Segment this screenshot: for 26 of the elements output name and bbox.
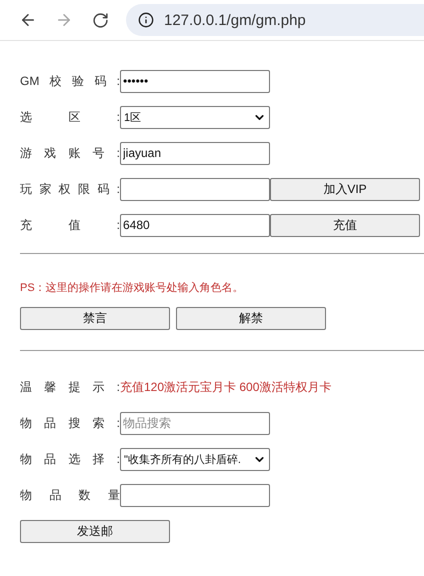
field-label: 选区: — [20, 108, 120, 126]
input-field[interactable]: 6480 — [120, 214, 270, 236]
field-label: 物品选择: — [20, 450, 120, 468]
dropdown[interactable]: "收集齐所有的八卦盾碎. — [120, 448, 270, 470]
ban-button[interactable]: 禁言 — [20, 307, 170, 330]
field-label: 充值: — [20, 216, 120, 234]
field-label: 物品搜索: — [20, 414, 120, 432]
input-field[interactable]: •••••• — [120, 70, 270, 92]
input-field[interactable]: jiayuan — [120, 142, 270, 164]
ban-button[interactable]: 解禁 — [176, 307, 326, 330]
input-field[interactable] — [120, 178, 270, 200]
field-label: 游戏账号: — [20, 144, 120, 162]
field-label: GM校验码: — [20, 72, 120, 90]
field-label: 物品数量 — [20, 486, 120, 504]
input-field[interactable] — [120, 484, 270, 506]
action-button[interactable]: 充值 — [270, 214, 420, 236]
field-label: 玩家权限码: — [20, 180, 120, 198]
dropdown[interactable]: 1区 — [120, 106, 270, 128]
input-field[interactable]: 物品搜索 — [120, 412, 270, 434]
action-button[interactable]: 加入VIP — [270, 178, 420, 200]
send-button[interactable]: 发送邮 — [20, 520, 170, 542]
address-bar[interactable]: 127.0.0.1/gm/gm.php — [126, 4, 424, 36]
notice-text: PS：这里的操作请在游戏账号处输入角色名。 — [20, 280, 245, 295]
tip-text: 充值120激活元宝月卡 600激活特权月卡 — [120, 378, 332, 396]
field-label: 温馨提示: — [20, 378, 120, 396]
info-icon[interactable] — [138, 12, 154, 28]
